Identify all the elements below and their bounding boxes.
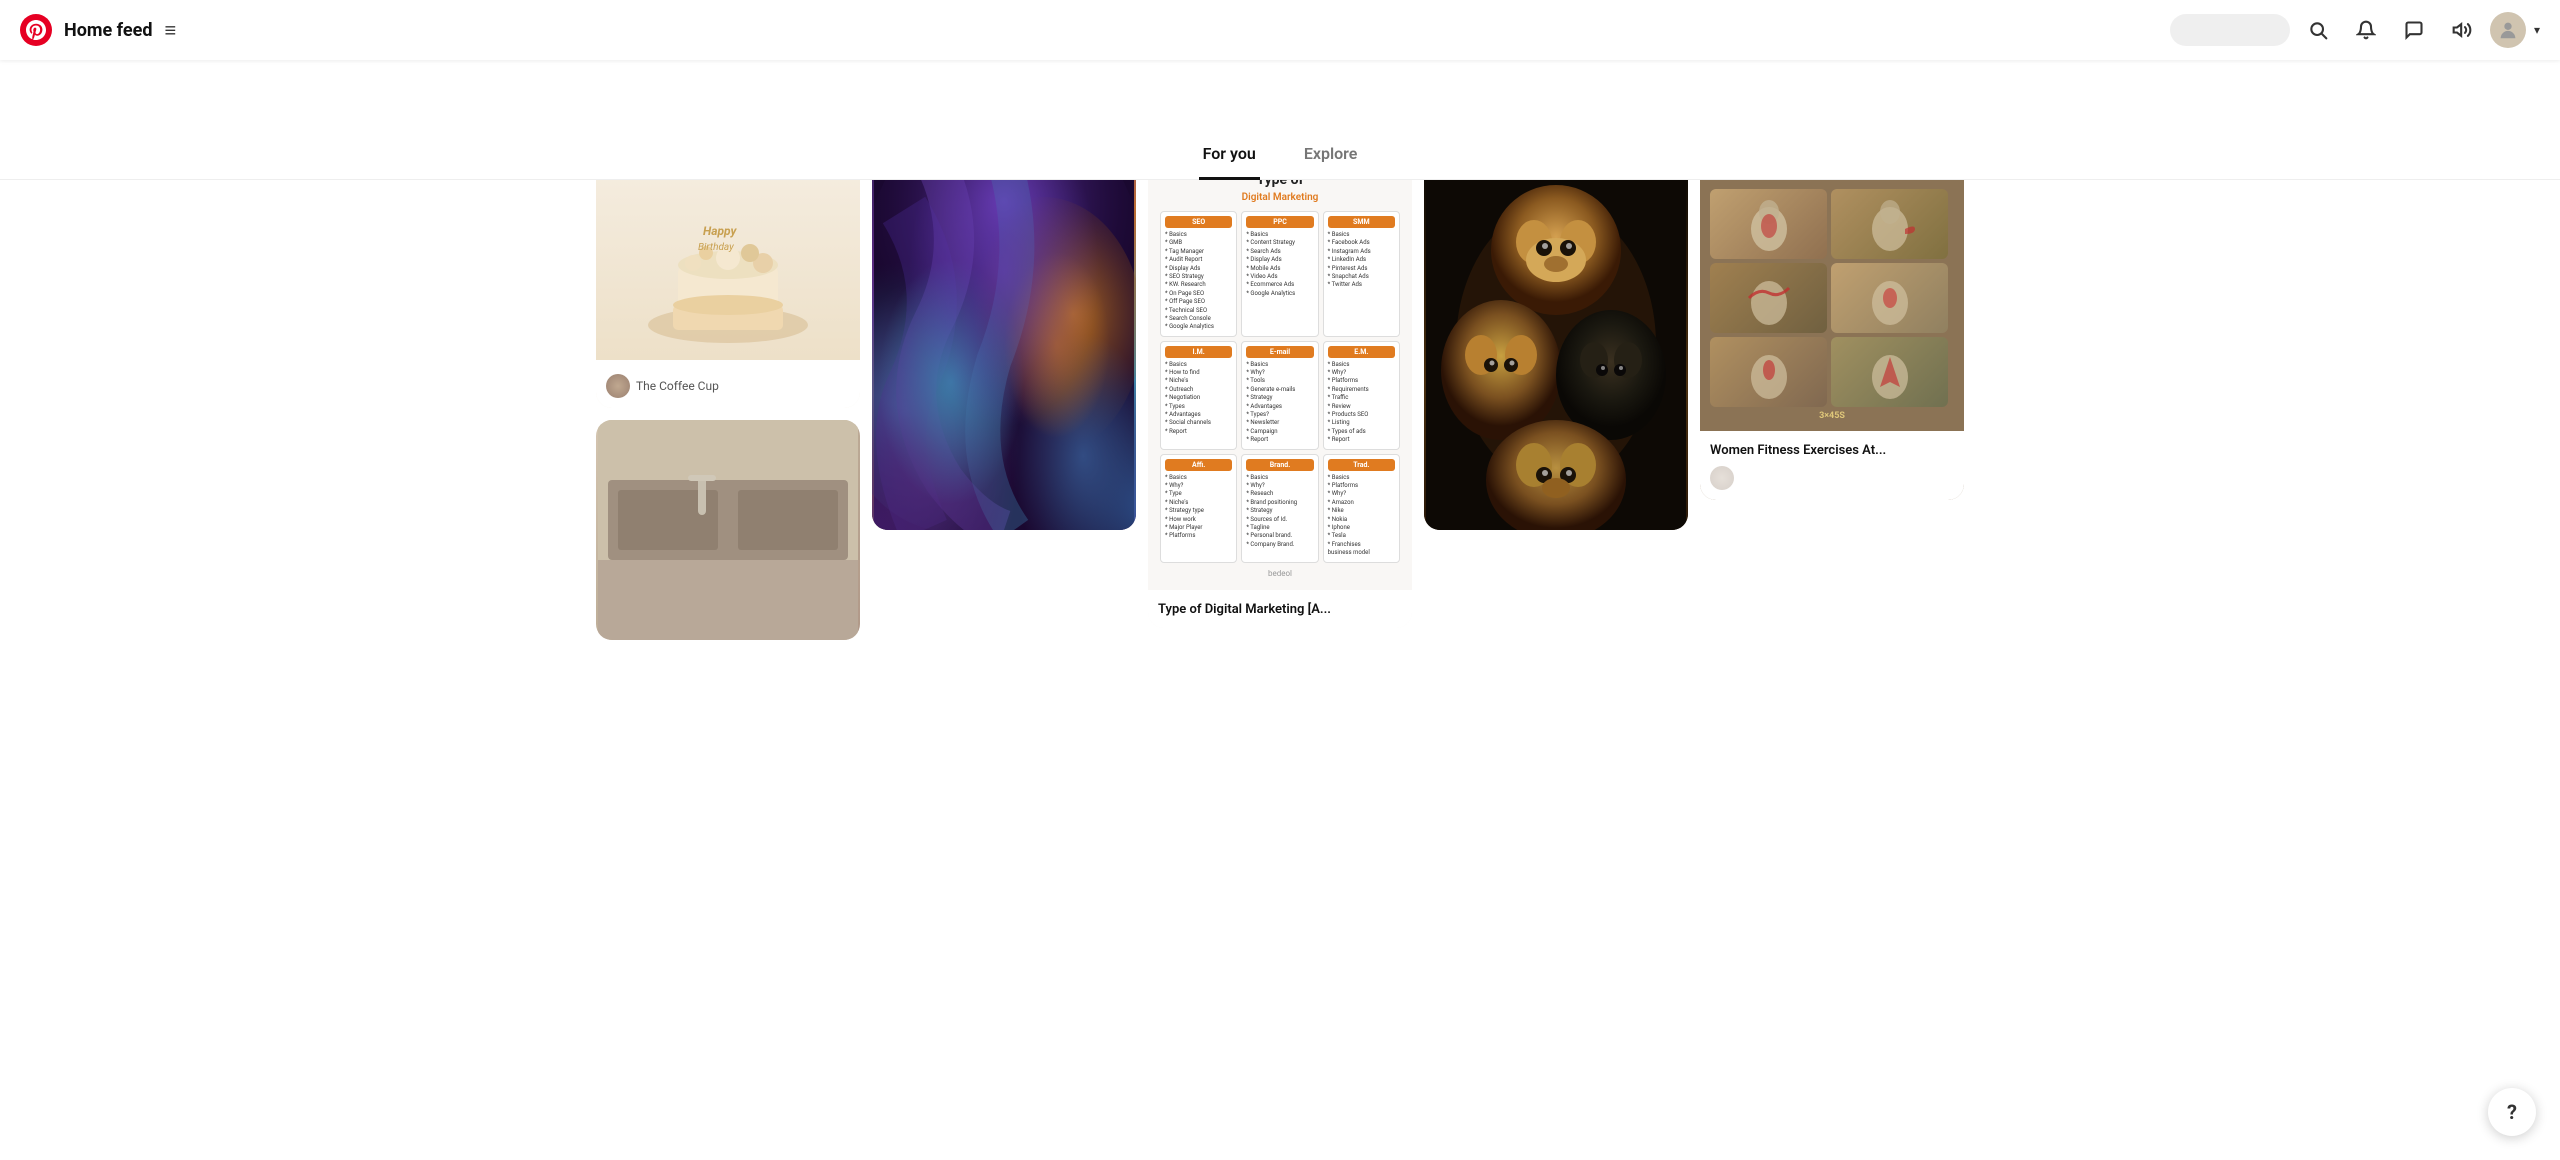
mkt-box-im: I.M. * Basics* How to find* Niche's* Out… [1160, 341, 1237, 450]
fitness-image: HOME ABDOMINAL EXERCISES FOR GIRLS [1700, 160, 1964, 431]
chevron-down-icon[interactable]: ▾ [2534, 23, 2540, 37]
puppies-image [1424, 160, 1688, 530]
marketing-footer: bedeol [1160, 569, 1400, 578]
main-content: Happy Birthday The Coffee Cup [0, 140, 2560, 660]
column-1: Happy Birthday The Coffee Cup [596, 160, 860, 640]
column-4 [1424, 160, 1688, 530]
pin-info-cake: The Coffee Cup [596, 360, 860, 408]
abstract-image [872, 160, 1136, 530]
column-2: Standard [872, 160, 1136, 530]
pin-card-marketing[interactable]: Type of Digital Marketing SEO * Basics* … [1148, 160, 1412, 628]
interior-image [596, 420, 860, 640]
pin-grid: Happy Birthday The Coffee Cup [580, 140, 1980, 660]
marketing-sub-title: Digital Marketing [1160, 192, 1400, 203]
column-3: Type of Digital Marketing SEO * Basics* … [1148, 160, 1412, 628]
pinterest-logo[interactable] [20, 14, 52, 46]
mkt-box-seo: SEO * Basics* GMB* Tag Manager* Audit Re… [1160, 211, 1237, 337]
pin-card-fitness[interactable]: HOME ABDOMINAL EXERCISES FOR GIRLS [1700, 160, 1964, 500]
pin-author-fitness [1710, 466, 1954, 490]
column-5: HOME ABDOMINAL EXERCISES FOR GIRLS [1700, 160, 1964, 500]
pin-card-abstract[interactable]: Standard [872, 160, 1136, 530]
mkt-box-trad: Trad. * Basics* Platforms* Why?* Amazon*… [1323, 454, 1400, 563]
help-label: ? [2507, 1100, 2517, 1124]
author-avatar-fitness [1710, 466, 1734, 490]
pin-card-cake[interactable]: Happy Birthday The Coffee Cup [596, 160, 860, 408]
search-button[interactable] [2298, 10, 2338, 50]
messages-button[interactable] [2394, 10, 2434, 50]
mkt-box-em: E.M. * Basics* Why?* Platforms* Requirem… [1323, 341, 1400, 450]
notifications-button[interactable] [2346, 10, 2386, 50]
marketing-image: Type of Digital Marketing SEO * Basics* … [1148, 160, 1412, 590]
mkt-box-brand: Brand. * Basics* Why?* Reseach* Brand po… [1241, 454, 1318, 563]
page-title: Home feed [64, 20, 152, 41]
mkt-box-smm: SMM * Basics* Facebook Ads* Instagram Ad… [1323, 211, 1400, 337]
svg-text:Happy: Happy [703, 224, 737, 238]
pin-author-cake: The Coffee Cup [606, 374, 850, 398]
tab-for-you[interactable]: For you [1199, 130, 1260, 180]
header: Home feed ≡ [0, 0, 2560, 60]
pin-card-puppies[interactable] [1424, 160, 1688, 530]
menu-icon[interactable]: ≡ [164, 18, 176, 43]
cake-image: Happy Birthday [596, 160, 860, 360]
avatar[interactable] [2490, 12, 2526, 48]
mkt-box-affi: Affi. * Basics* Why?* Type* Niche's* Str… [1160, 454, 1237, 563]
header-left: Home feed ≡ [20, 14, 176, 46]
tabs-container: For you Explore [0, 60, 2560, 180]
author-name-cake: The Coffee Cup [636, 379, 719, 393]
user-name-blur [2170, 14, 2290, 46]
author-avatar-cake [606, 374, 630, 398]
pin-card-interior[interactable] [596, 420, 860, 640]
fitness-badge: 3×45S [1710, 411, 1954, 421]
pin-title-fitness: Women Fitness Exercises At... [1710, 443, 1886, 458]
announcements-button[interactable] [2442, 10, 2482, 50]
svg-text:Birthday: Birthday [698, 242, 734, 253]
tab-explore[interactable]: Explore [1300, 130, 1362, 180]
pin-info-fitness: Women Fitness Exercises At... [1700, 431, 1964, 500]
mkt-box-email: E-mail * Basics* Why?* Tools* Generate e… [1241, 341, 1318, 450]
help-button[interactable]: ? [2488, 1088, 2536, 1136]
pin-info-marketing: Type of Digital Marketing [A... [1148, 590, 1412, 629]
header-right: ▾ [2170, 10, 2540, 50]
mkt-box-ppc: PPC * Basics* Content Strategy* Search A… [1241, 211, 1318, 337]
pin-title-marketing: Type of Digital Marketing [A... [1158, 602, 1331, 617]
